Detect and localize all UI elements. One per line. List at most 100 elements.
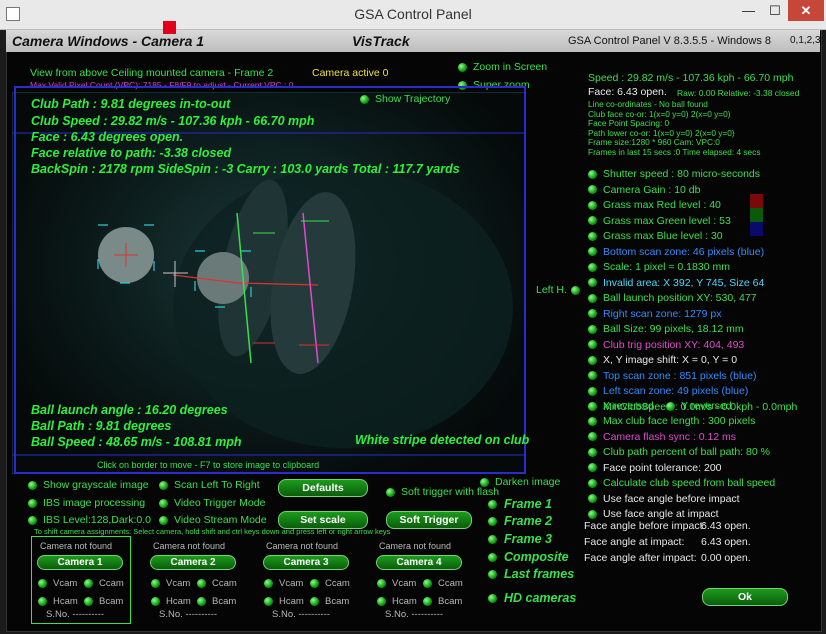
led-icon xyxy=(197,578,206,588)
setting-row[interactable]: Use face angle before impact xyxy=(588,493,740,505)
video-trigger-option[interactable]: Video Trigger Mode xyxy=(159,497,265,509)
setting-label: Camera Gain : 10 db xyxy=(603,183,701,196)
setting-row[interactable]: Invalid area: X 392, Y 745, Size 64 xyxy=(588,277,764,289)
video-stream-option[interactable]: Video Stream Mode xyxy=(159,514,267,526)
super-zoom-option[interactable]: Super zoom xyxy=(458,79,530,91)
setting-row[interactable]: Bottom scan zone: 46 pixels (blue) xyxy=(588,246,764,258)
ccam-option[interactable]: Ccam xyxy=(197,578,237,589)
ccam-option[interactable]: Ccam xyxy=(310,578,350,589)
led-icon xyxy=(159,515,168,525)
ball-speed-text: Ball Speed : 48.65 m/s - 108.81 mph xyxy=(31,435,242,449)
setting-row[interactable]: Grass max Blue level : 30 xyxy=(588,230,723,242)
led-icon xyxy=(480,477,489,487)
spin-carry-text: BackSpin : 2178 rpm SideSpin : -3 Carry … xyxy=(31,162,460,176)
camera-select-button[interactable]: Camera 4 xyxy=(376,555,462,570)
bcam-option[interactable]: Bcam xyxy=(423,596,462,607)
setting-row[interactable]: Ball launch position XY: 530, 477 xyxy=(588,292,757,304)
led-icon xyxy=(588,200,597,210)
scan-left-right-option[interactable]: Scan Left To Right xyxy=(159,479,260,491)
zoom-in-option[interactable]: Zoom in Screen xyxy=(458,61,547,73)
setting-row[interactable]: Camera flash sync : 0.12 ms xyxy=(588,431,736,443)
camera-select-button[interactable]: Camera 1 xyxy=(37,555,123,570)
face-angle-after-label: Face angle after impact: xyxy=(584,552,697,564)
frame-option[interactable]: Frame 1 xyxy=(488,497,552,511)
vcam-option[interactable]: Vcam xyxy=(377,578,416,589)
camera-select-button[interactable]: Camera 3 xyxy=(263,555,349,570)
setting-label: Grass max Red level : 40 xyxy=(603,199,721,211)
setting-row[interactable]: Face point tolerance: 200 xyxy=(588,462,722,474)
club-path-text: Club Path : 9.81 degrees in-to-out xyxy=(31,97,231,111)
left-h-option[interactable]: Left H. xyxy=(536,284,586,296)
bcam-option[interactable]: Bcam xyxy=(197,596,236,607)
minimize-button[interactable]: — xyxy=(735,0,762,21)
speed-info: Speed : 29.82 m/s - 107.36 kph - 66.70 m… xyxy=(588,72,794,84)
defaults-button[interactable]: Defaults xyxy=(278,479,368,497)
setting-row[interactable]: Max club face length : 300 pixels xyxy=(588,415,755,427)
setting-row[interactable]: Grass max Red level : 40 xyxy=(588,199,721,211)
frame-option[interactable]: HD cameras xyxy=(488,591,576,605)
serial-number: S.No. ---------- xyxy=(385,609,444,620)
darken-image-option[interactable]: Darken image xyxy=(480,476,560,488)
frame-option[interactable]: Frame 2 xyxy=(488,514,552,528)
face-angle-before-label: Face angle before impact: xyxy=(584,520,706,532)
vcam-option[interactable]: Vcam xyxy=(264,578,303,589)
vcam-option[interactable]: Vcam xyxy=(151,578,190,589)
camera-select-button[interactable]: Camera 2 xyxy=(150,555,236,570)
show-trajectory-option[interactable]: Show Trajectory xyxy=(360,93,450,105)
serial-number: S.No. ---------- xyxy=(159,609,218,620)
ibs-level-option[interactable]: IBS Level:128,Dark:0.0 xyxy=(28,514,151,526)
led-icon xyxy=(28,498,37,508)
close-button[interactable]: ✕ xyxy=(788,0,824,21)
setting-row[interactable]: Calculate club speed from ball speed xyxy=(588,477,775,489)
maximize-button[interactable]: ☐ xyxy=(762,0,788,21)
setting-row[interactable]: Right scan zone: 1279 px xyxy=(588,308,722,320)
ccam-option[interactable]: Ccam xyxy=(423,578,463,589)
vistrack-title: VisTrack xyxy=(352,33,410,49)
setting-label: Shutter speed : 80 micro-seconds xyxy=(603,168,760,180)
bcam-option[interactable]: Bcam xyxy=(84,596,123,607)
setting-row[interactable]: X, Y image shift: X = 0, Y = 0 xyxy=(588,354,737,366)
hcam-option[interactable]: Hcam xyxy=(377,596,417,607)
setting-row[interactable]: Grass max Green level : 53 xyxy=(588,215,731,227)
bcam-option[interactable]: Bcam xyxy=(310,596,349,607)
setting-label: Ball launch position XY: 530, 477 xyxy=(603,292,757,304)
led-icon xyxy=(458,62,467,72)
serial-number: S.No. ---------- xyxy=(272,609,331,620)
led-icon xyxy=(377,578,386,588)
led-icon xyxy=(588,216,597,226)
setting-row[interactable]: Left scan zone: 49 pixels (blue) xyxy=(588,385,748,397)
camera-status: Camera not found xyxy=(40,541,113,551)
y-reversed-option[interactable]: Y reversed xyxy=(666,400,732,412)
setting-label: Club path percent of ball path: 80 % xyxy=(603,446,770,458)
frame-option[interactable]: Frame 3 xyxy=(488,532,552,546)
camera-active-label: Camera active 0 xyxy=(312,67,389,79)
led-icon xyxy=(666,401,675,411)
setting-row[interactable]: Use face angle at impact xyxy=(588,508,719,520)
led-icon xyxy=(588,371,597,381)
led-icon xyxy=(360,94,369,104)
frame-option[interactable]: Composite xyxy=(488,550,569,564)
setting-row[interactable]: Shutter speed : 80 micro-seconds xyxy=(588,168,760,180)
led-icon xyxy=(488,553,497,563)
setting-row[interactable]: Top scan zone : 851 pixels (blue) xyxy=(588,370,757,382)
setting-row[interactable]: Ball Size: 99 pixels, 18.12 mm xyxy=(588,323,744,335)
setting-row[interactable]: Club path percent of ball path: 80 % xyxy=(588,446,770,458)
setting-row[interactable]: Camera Gain : 10 db xyxy=(588,184,700,196)
setting-row[interactable]: Scale: 1 pixel = 0.1830 mm xyxy=(588,261,730,273)
soft-trigger-button[interactable]: Soft Trigger xyxy=(386,511,472,529)
hcam-option[interactable]: Hcam xyxy=(38,596,78,607)
hcam-option[interactable]: Hcam xyxy=(264,596,304,607)
led-icon xyxy=(588,355,597,365)
hcam-option[interactable]: Hcam xyxy=(151,596,191,607)
setting-row[interactable]: Club trig position XY: 404, 493 xyxy=(588,339,744,351)
vpc-label: Max Valid Pixel Count (VPC): 7185 - F8/F… xyxy=(30,80,294,90)
led-icon xyxy=(38,578,47,588)
led-icon xyxy=(588,447,597,457)
frame-option[interactable]: Last frames xyxy=(488,567,574,581)
vcam-option[interactable]: Vcam xyxy=(38,578,77,589)
ibs-processing-option[interactable]: IBS image processing xyxy=(28,497,145,509)
ok-button[interactable]: Ok xyxy=(702,588,788,606)
ccam-option[interactable]: Ccam xyxy=(84,578,124,589)
x-reversed-option[interactable]: X reversed xyxy=(588,400,654,412)
show-grayscale-option[interactable]: Show grayscale image xyxy=(28,479,149,491)
